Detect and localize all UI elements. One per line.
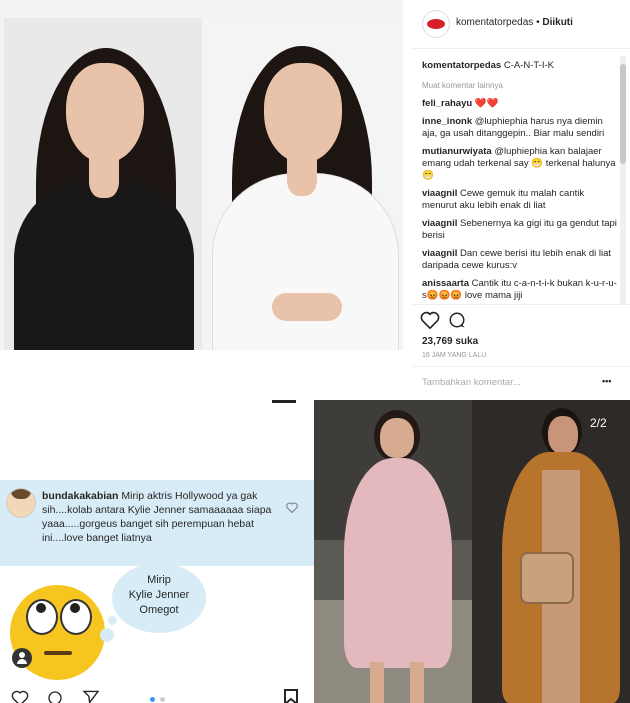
commenter-name: bundakakabian: [42, 490, 119, 502]
commenter-avatar[interactable]: [6, 488, 36, 518]
follow-status[interactable]: Diikuti: [542, 17, 573, 28]
portrait-right: [202, 18, 402, 350]
photo-counter: 2/2: [590, 416, 607, 430]
instagram-post: komentatorpedas • Diikuti komentatorpeda…: [0, 0, 630, 400]
post-time: 16 JAM YANG LALU: [422, 352, 487, 359]
highlighted-comment: bundakakabian Mirip aktris Hollywood ya …: [0, 480, 314, 566]
caption: komentatorpedas C-A-N-T-I-K: [422, 60, 554, 71]
comparison-photo: 2/2: [314, 400, 630, 703]
comment: anissaarta Cantik itu c-a-n-t-i-k bukan …: [422, 278, 617, 301]
comment: viaagnil Sebenernya ka gigi itu ga gendu…: [422, 218, 617, 241]
portrait-left: [4, 18, 204, 350]
separator-dot: •: [536, 17, 540, 28]
load-more-comments[interactable]: Muat komentar lainnya: [422, 80, 618, 92]
post-photo: [0, 0, 403, 350]
comment-icon[interactable]: [448, 311, 466, 329]
heart-icon[interactable]: [420, 311, 440, 329]
comment-screenshot: bundakakabian Mirip aktris Hollywood ya …: [0, 400, 314, 703]
bubble-dot: [100, 628, 114, 642]
comment: feli_rahayu ❤️❤️: [422, 98, 499, 109]
comments-list: komentatorpedas C-A-N-T-I-K Muat komenta…: [422, 60, 618, 302]
account-avatar[interactable]: [422, 10, 450, 38]
comments-scrollbar[interactable]: [620, 56, 626, 304]
bubble-line: Mirip: [147, 574, 171, 586]
share-icon[interactable]: [82, 690, 100, 703]
divider: [412, 366, 630, 367]
photo-camel-coat: 2/2: [472, 400, 630, 703]
account-name[interactable]: komentatorpedas: [456, 17, 533, 28]
bubble-line: Kylie Jenner: [128, 589, 190, 601]
add-comment-input[interactable]: Tambahkan komentar...: [422, 377, 521, 388]
divider: [412, 48, 630, 49]
photo-pink-dress: [314, 400, 472, 703]
heart-icon[interactable]: [286, 502, 298, 513]
user-icon[interactable]: [12, 648, 32, 668]
comment: mutianurwiyata @luphiephia kan balajaer …: [422, 146, 616, 181]
comment: viaagnil Dan cewe berisi itu lebih enak …: [422, 248, 612, 271]
divider: [412, 304, 630, 305]
more-options-icon[interactable]: •••: [602, 376, 611, 386]
comment-icon[interactable]: [46, 690, 64, 703]
comment-text-block: bundakakabian Mirip aktris Hollywood ya …: [42, 489, 274, 545]
status-bar-fragment: [272, 400, 296, 403]
carousel-dot-active: [150, 697, 155, 702]
carousel-dot: [160, 697, 165, 702]
bookmark-icon[interactable]: [284, 689, 298, 703]
comment: viaagnil Cewe gemuk itu malah cantik men…: [422, 188, 585, 211]
post-sidebar: komentatorpedas • Diikuti komentatorpeda…: [412, 0, 630, 400]
likes-count[interactable]: 23,769 suka: [422, 336, 478, 347]
thought-bubble: Mirip Kylie Jenner Omegot: [112, 563, 206, 633]
comment: inne_inonk @luphiephia harus nya diemin …: [422, 116, 605, 139]
heart-icon[interactable]: [10, 690, 30, 703]
bubble-line: Omegot: [139, 604, 179, 616]
